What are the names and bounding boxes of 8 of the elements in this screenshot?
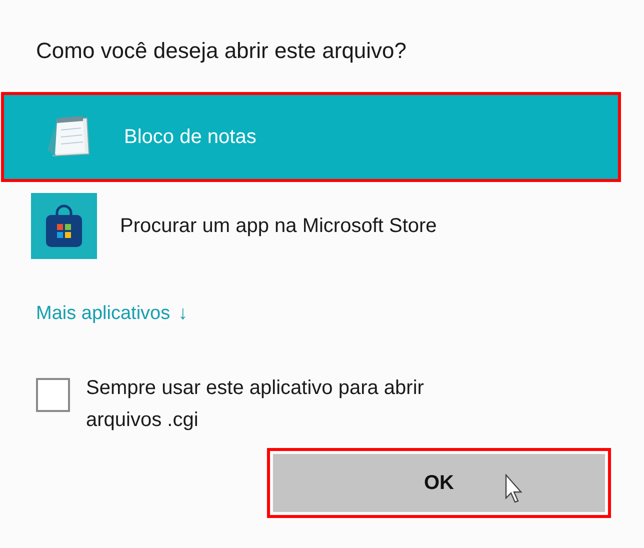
app-list-item[interactable]: Procurar um app na Microsoft Store	[0, 188, 644, 264]
mouse-cursor-icon	[505, 474, 525, 504]
down-arrow-icon: ↓	[178, 300, 188, 328]
checkbox-label: Sempre usar este aplicativo para abrir arquivos .cgi	[86, 376, 425, 433]
dialog-title: Como você deseja abrir este arquivo?	[35, 37, 408, 65]
store-bag-icon	[31, 193, 97, 259]
ok-button[interactable]: OK	[273, 454, 605, 512]
checkbox[interactable]	[36, 378, 70, 412]
